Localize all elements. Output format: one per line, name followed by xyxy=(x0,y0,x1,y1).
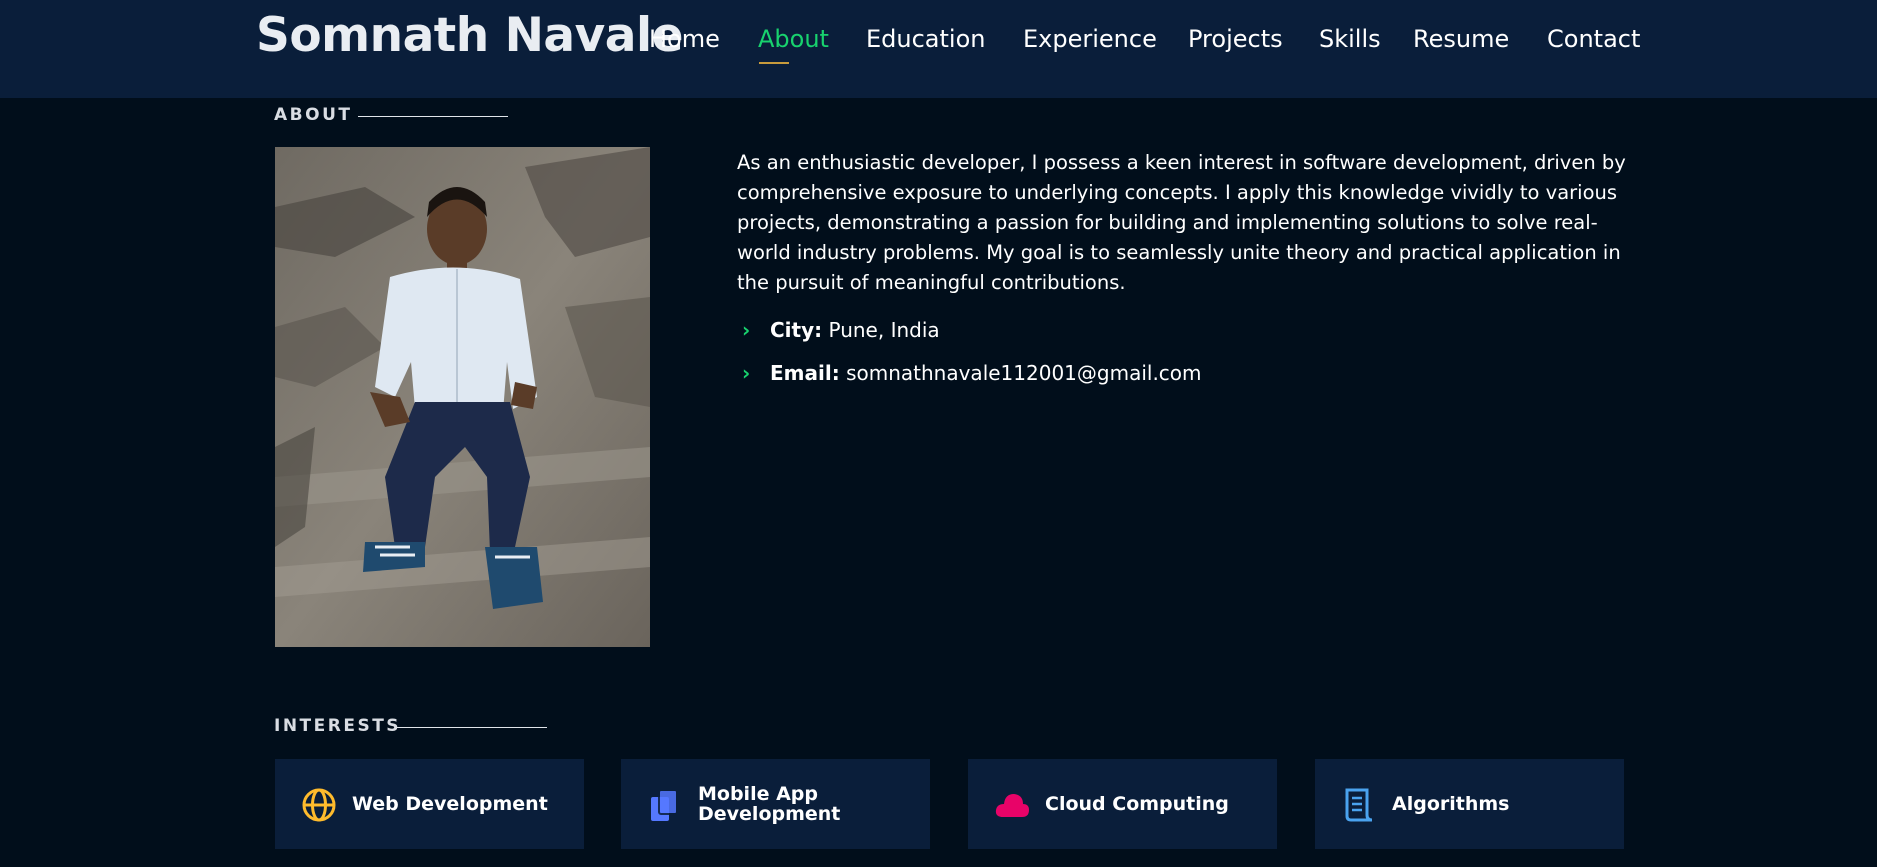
nav-resume[interactable]: Resume xyxy=(1413,25,1509,53)
nav-about[interactable]: About xyxy=(758,25,829,53)
interest-card-web-development[interactable]: Web Development xyxy=(275,759,584,849)
interest-label: Mobile App Development xyxy=(698,783,841,825)
nav-education[interactable]: Education xyxy=(866,25,985,53)
interests-title-line xyxy=(397,727,547,728)
nav-projects[interactable]: Projects xyxy=(1188,25,1283,53)
nav-contact[interactable]: Contact xyxy=(1547,25,1640,53)
site-header: Somnath Navale Home About Education Expe… xyxy=(0,0,1877,98)
interest-card-cloud-computing[interactable]: Cloud Computing xyxy=(968,759,1277,849)
profile-photo xyxy=(275,147,650,647)
interest-label: Cloud Computing xyxy=(1045,793,1229,815)
city-row: › City: Pune, India xyxy=(742,318,940,342)
about-section-title: ABOUT xyxy=(274,105,353,125)
document-icon xyxy=(1345,788,1373,822)
cloud-icon xyxy=(995,794,1029,817)
email-value[interactable]: somnathnavale112001@gmail.com xyxy=(846,361,1201,385)
interest-label: Web Development xyxy=(352,793,548,815)
about-title-line xyxy=(358,116,508,117)
interest-label: Algorithms xyxy=(1392,793,1510,815)
nav-skills[interactable]: Skills xyxy=(1319,25,1381,53)
chevron-right-icon: › xyxy=(742,361,751,385)
about-bio: As an enthusiastic developer, I possess … xyxy=(737,151,1626,294)
brand-logo[interactable]: Somnath Navale xyxy=(256,8,683,63)
profile-photo-illustration xyxy=(275,147,650,647)
globe-icon xyxy=(302,788,336,822)
copy-icon xyxy=(651,789,678,821)
city-label: City: xyxy=(770,318,823,342)
interest-card-algorithms[interactable]: Algorithms xyxy=(1315,759,1624,849)
chevron-right-icon: › xyxy=(742,318,751,342)
email-label: Email: xyxy=(770,361,840,385)
city-value: Pune, India xyxy=(828,318,940,342)
interest-card-mobile-app-development[interactable]: Mobile App Development xyxy=(621,759,930,849)
active-nav-indicator xyxy=(759,62,789,64)
interests-section-title: INTERESTS xyxy=(274,716,402,736)
nav-experience[interactable]: Experience xyxy=(1023,25,1157,53)
nav-home[interactable]: Home xyxy=(649,25,720,53)
email-row: › Email: somnathnavale112001@gmail.com xyxy=(742,361,1202,385)
